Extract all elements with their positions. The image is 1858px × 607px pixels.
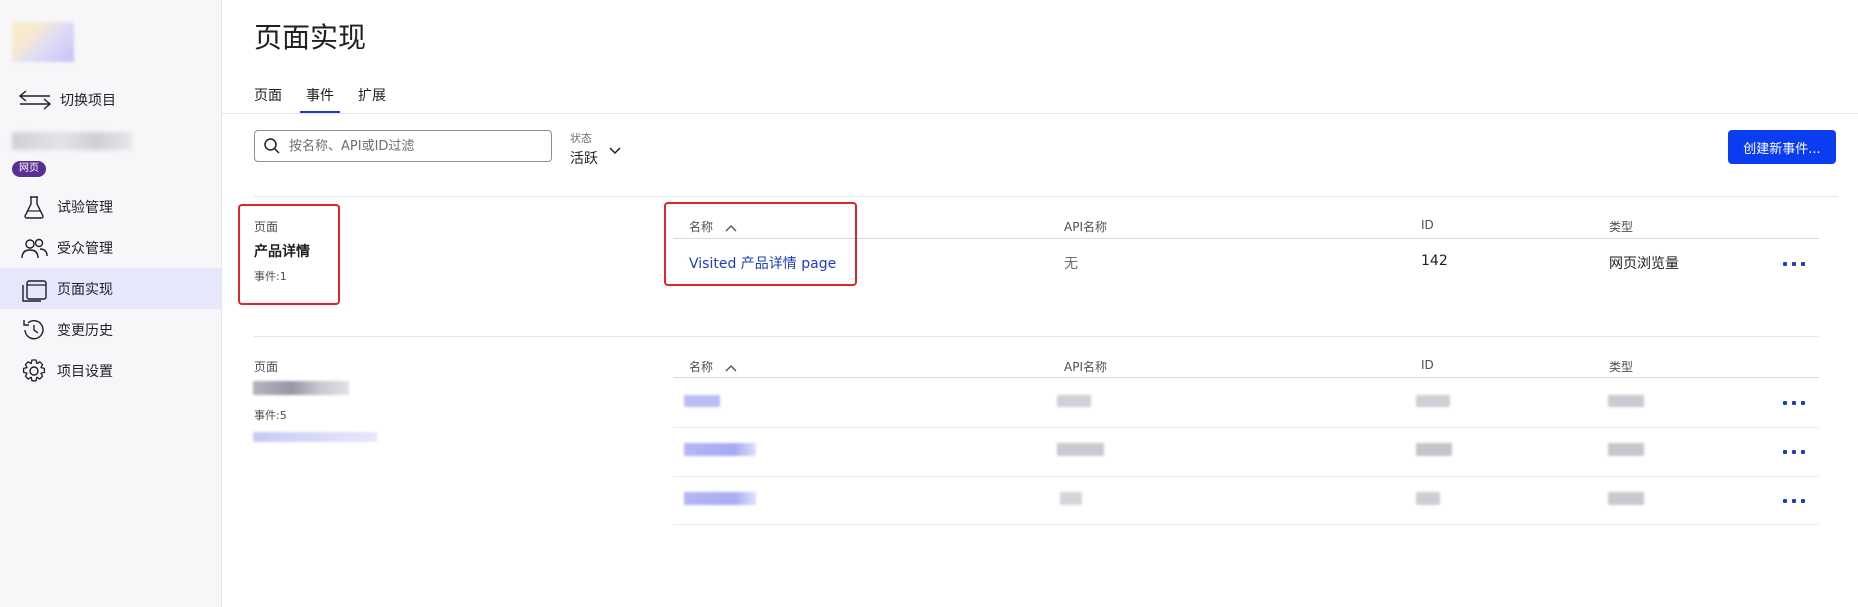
sidebar-item-label: 试验管理 (57, 199, 113, 216)
gear-icon (22, 358, 46, 381)
sort-asc-icon (725, 364, 737, 371)
group-divider (254, 336, 1819, 337)
search-box[interactable] (254, 130, 552, 162)
event-name-link[interactable]: Visited 产品详情 page (689, 253, 836, 273)
col-header-id: ID (1421, 358, 1434, 372)
redacted-event-name[interactable] (684, 492, 756, 505)
col-header-type: 类型 (1609, 360, 1634, 374)
sidebar-item-audiences[interactable]: 受众管理 (0, 227, 221, 268)
redacted-id (1416, 492, 1440, 505)
project-name-redacted (12, 132, 132, 150)
redacted-api-name (1060, 492, 1082, 505)
header-divider (673, 377, 1819, 378)
switch-arrows-icon (18, 90, 52, 110)
search-input[interactable] (287, 137, 541, 155)
redacted-type (1608, 395, 1644, 407)
sidebar-item-label: 项目设置 (57, 363, 113, 380)
create-event-button[interactable]: 创建新事件... (1728, 130, 1836, 164)
col-header-api: API名称 (1064, 220, 1107, 234)
redacted-id (1416, 395, 1450, 407)
redacted-page-name (253, 381, 349, 395)
row-more-button[interactable] (1783, 257, 1805, 271)
row-more-button[interactable] (1783, 445, 1805, 459)
filter-divider (254, 196, 1838, 197)
chevron-down-icon (609, 147, 621, 155)
status-value: 活跃 (570, 151, 598, 167)
sidebar-item-settings[interactable]: 项目设置 (0, 350, 221, 391)
sidebar-item-experiments[interactable]: 试验管理 (0, 186, 221, 227)
redacted-event-name[interactable] (684, 395, 720, 407)
redacted-type (1608, 443, 1644, 456)
sidebar-item-label: 受众管理 (57, 240, 113, 257)
web-badge: 网页 (12, 161, 46, 177)
project-logo (12, 22, 74, 62)
col-header-api: API名称 (1064, 360, 1107, 374)
event-type: 网页浏览量 (1609, 256, 1679, 272)
event-id: 142 (1421, 253, 1448, 269)
search-icon (264, 138, 280, 154)
group-page-label: 页面 (254, 360, 279, 374)
row-divider (673, 427, 1819, 428)
sidebar-nav: 试验管理 受众管理 页面实现 变更历史 项目设置 (0, 186, 221, 391)
flask-icon (24, 195, 44, 219)
group-page-name[interactable]: 产品详情 (254, 241, 310, 261)
sidebar-item-label: 变更历史 (57, 322, 113, 339)
audience-icon (21, 238, 48, 258)
tab-events[interactable]: 事件 (300, 80, 340, 114)
col-header-id: ID (1421, 218, 1434, 232)
col-header-name-label: 名称 (689, 360, 714, 374)
page-title: 页面实现 (254, 21, 367, 54)
tab-pages[interactable]: 页面 (254, 80, 282, 114)
tab-bar: 页面 事件 扩展 (254, 80, 410, 114)
row-more-button[interactable] (1783, 396, 1805, 410)
group-event-count: 事件:5 (254, 409, 287, 422)
sidebar-item-pages[interactable]: 页面实现 (0, 268, 221, 309)
redacted-api-name (1057, 395, 1091, 407)
tabs-divider (221, 113, 1858, 114)
redacted-event-name[interactable] (684, 443, 756, 456)
group-event-count: 事件:1 (254, 270, 287, 283)
status-dropdown[interactable]: 状态 活跃 (570, 130, 622, 168)
row-divider (673, 524, 1819, 525)
redacted-id (1416, 443, 1452, 456)
redacted-page-url (253, 432, 377, 442)
history-icon (23, 319, 44, 339)
col-header-name[interactable]: 名称 (689, 358, 737, 375)
event-api-name: 无 (1064, 256, 1078, 272)
sidebar-item-history[interactable]: 变更历史 (0, 309, 221, 350)
col-header-type: 类型 (1609, 220, 1634, 234)
pages-icon (22, 279, 47, 302)
group-page-label: 页面 (254, 220, 279, 234)
redacted-api-name (1057, 443, 1104, 456)
highlight-box-event (664, 202, 857, 286)
row-more-button[interactable] (1783, 494, 1805, 508)
status-label: 状态 (570, 132, 592, 145)
sidebar-item-label: 页面实现 (57, 281, 113, 298)
tab-extensions[interactable]: 扩展 (358, 80, 386, 114)
redacted-type (1608, 492, 1644, 505)
switch-project-label: 切换项目 (60, 93, 116, 109)
sidebar: 切换项目 网页 试验管理 受众管理 页面实现 变更历史 项目设置 (0, 0, 222, 607)
row-divider (673, 476, 1819, 477)
switch-project-button[interactable]: 切换项目 (18, 86, 116, 114)
